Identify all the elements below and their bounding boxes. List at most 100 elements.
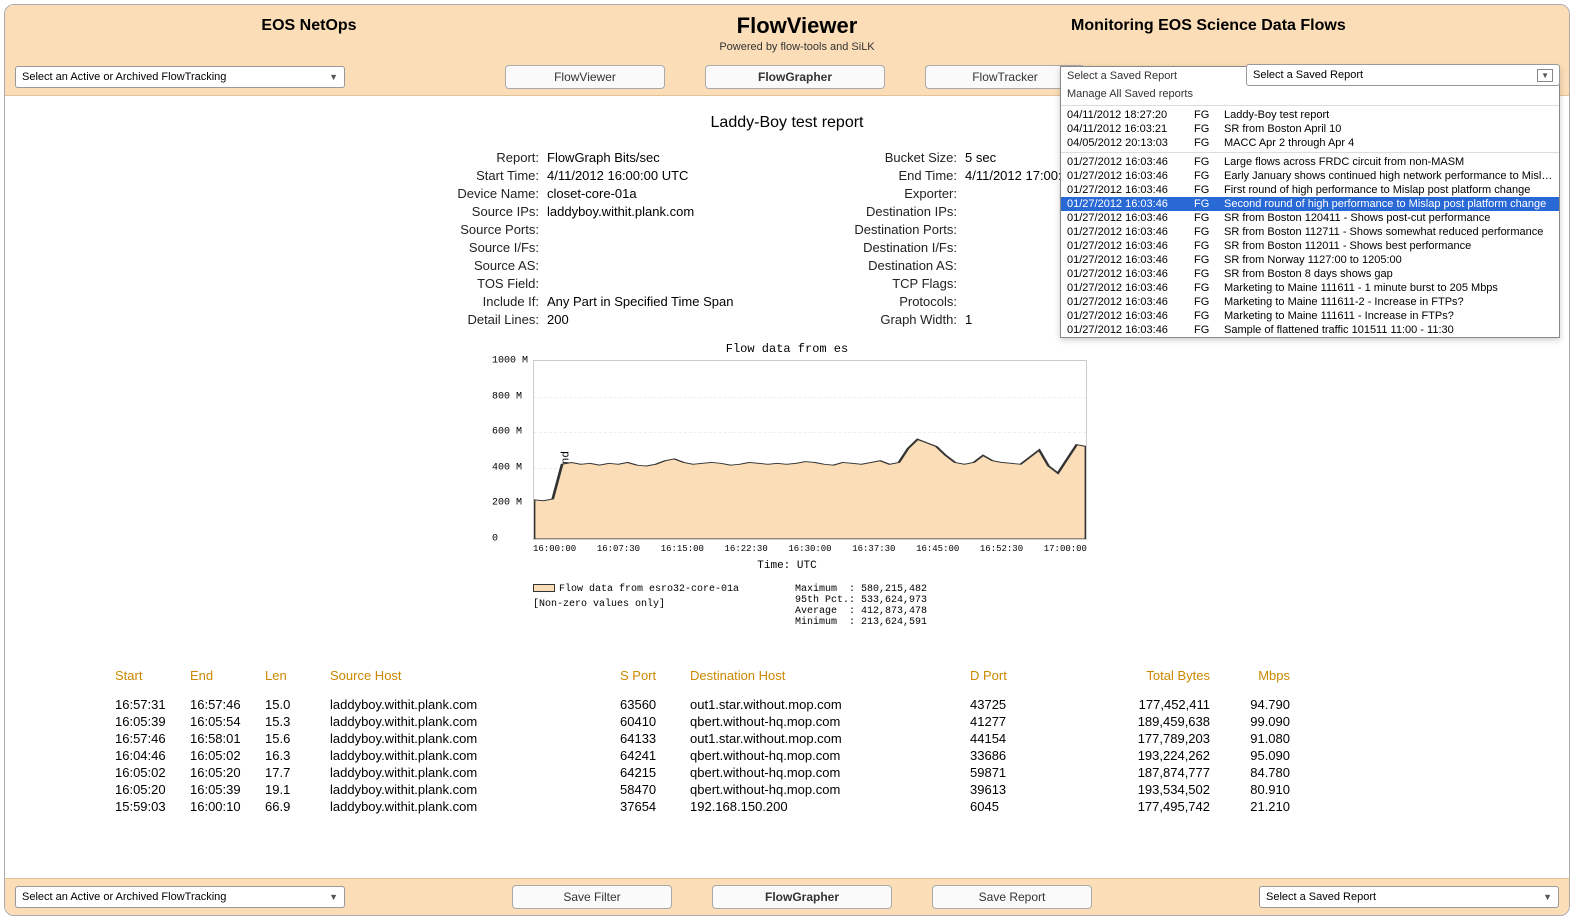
table-cell: 16:57:46 xyxy=(115,731,190,746)
saved-report-name: Laddy-Boy test report xyxy=(1224,109,1553,121)
table-cell: 64241 xyxy=(620,748,690,763)
meta-row: Detail Lines:200 xyxy=(409,312,747,327)
table-cell: 64133 xyxy=(620,731,690,746)
chart-xtick: 16:22:30 xyxy=(725,544,768,554)
saved-report-datetime: 01/27/2012 16:03:46 xyxy=(1067,268,1194,280)
table-cell: laddyboy.withit.plank.com xyxy=(330,799,620,814)
saved-report-name: SR from Boston 112711 - Shows somewhat r… xyxy=(1224,226,1553,238)
saved-report-option[interactable]: 01/27/2012 16:03:46FGSR from Norway 1127… xyxy=(1061,253,1559,267)
table-row: 16:05:2016:05:3919.1laddyboy.withit.plan… xyxy=(115,782,1459,797)
saved-report-type: FG xyxy=(1194,324,1224,336)
meta-value: closet-core-01a xyxy=(547,186,747,201)
meta-row: Device Name:closet-core-01a xyxy=(409,186,747,201)
table-header-cell: Total Bytes xyxy=(1070,668,1210,683)
saved-report-option[interactable]: 01/27/2012 16:03:46FGSR from Boston 1120… xyxy=(1061,239,1559,253)
saved-report-option[interactable]: 04/11/2012 16:03:21FGSR from Boston Apri… xyxy=(1061,122,1559,136)
saved-report-option[interactable]: 01/27/2012 16:03:46FGSR from Boston 1127… xyxy=(1061,225,1559,239)
meta-row: Source I/Fs: xyxy=(409,240,747,255)
table-cell: 84.780 xyxy=(1210,765,1290,780)
save-filter-button[interactable]: Save Filter xyxy=(512,885,672,909)
chart-legend: Flow data from esro32-core-01a [Non-zero… xyxy=(533,584,739,628)
table-cell: 193,224,262 xyxy=(1070,748,1210,763)
meta-label: Graph Width: xyxy=(827,312,957,327)
meta-label: Source AS: xyxy=(409,258,539,273)
divider xyxy=(1061,105,1559,106)
saved-report-option[interactable]: 01/27/2012 16:03:46FGSR from Boston 1204… xyxy=(1061,211,1559,225)
saved-report-name: SR from Boston 8 days shows gap xyxy=(1224,268,1553,280)
footer-tracking-select[interactable]: Select an Active or Archived FlowTrackin… xyxy=(15,886,345,908)
meta-value: laddyboy.withit.plank.com xyxy=(547,204,747,219)
meta-label: Start Time: xyxy=(409,168,539,183)
save-report-button[interactable]: Save Report xyxy=(932,885,1092,909)
table-cell: 187,874,777 xyxy=(1070,765,1210,780)
flowviewer-button[interactable]: FlowViewer xyxy=(505,65,665,89)
table-cell: laddyboy.withit.plank.com xyxy=(330,765,620,780)
saved-report-select[interactable]: Select a Saved Report ▼ xyxy=(1246,64,1560,86)
saved-report-type: FG xyxy=(1194,156,1224,168)
saved-report-option[interactable]: 01/27/2012 16:03:46FGLarge flows across … xyxy=(1061,155,1559,169)
chart-xtick: 16:07:30 xyxy=(597,544,640,554)
table-cell: 16:57:46 xyxy=(190,697,265,712)
chart-ytick: 200 M xyxy=(492,498,522,509)
table-row: 15:59:0316:00:1066.9laddyboy.withit.plan… xyxy=(115,799,1459,814)
table-cell: laddyboy.withit.plank.com xyxy=(330,714,620,729)
saved-report-type: FG xyxy=(1194,109,1224,121)
table-cell: laddyboy.withit.plank.com xyxy=(330,697,620,712)
saved-report-name: MACC Apr 2 through Apr 4 xyxy=(1224,137,1553,149)
divider xyxy=(1061,152,1559,153)
saved-report-option[interactable]: 01/27/2012 16:03:46FGSR from Boston 8 da… xyxy=(1061,267,1559,281)
legend-swatch xyxy=(533,584,555,592)
meta-label: Destination AS: xyxy=(827,258,957,273)
footer-saved-report-select[interactable]: Select a Saved Report ▼ xyxy=(1259,886,1559,908)
table-cell: laddyboy.withit.plank.com xyxy=(330,748,620,763)
meta-label: Source IPs: xyxy=(409,204,539,219)
app-subtitle: Powered by flow-tools and SiLK xyxy=(553,41,1041,53)
tracking-select[interactable]: Select an Active or Archived FlowTrackin… xyxy=(15,66,345,88)
saved-report-dropdown[interactable]: Select a Saved Report Manage All Saved r… xyxy=(1060,66,1560,338)
table-row: 16:57:3116:57:4615.0laddyboy.withit.plan… xyxy=(115,697,1459,712)
meta-row: Source IPs: laddyboy.withit.plank.com xyxy=(409,204,747,219)
table-header-cell: End xyxy=(190,668,265,683)
saved-report-datetime: 01/27/2012 16:03:46 xyxy=(1067,198,1194,210)
table-header-cell: Start xyxy=(115,668,190,683)
flowgrapher-button[interactable]: FlowGrapher xyxy=(705,65,885,89)
app-title: FlowViewer xyxy=(553,13,1041,39)
saved-report-type: FG xyxy=(1194,268,1224,280)
footer: Select an Active or Archived FlowTrackin… xyxy=(5,878,1569,915)
saved-report-option[interactable]: 01/27/2012 16:03:46FGFirst round of high… xyxy=(1061,183,1559,197)
table-header-cell: Len xyxy=(265,668,330,683)
saved-report-option[interactable]: 01/27/2012 16:03:46FGMarketing to Maine … xyxy=(1061,281,1559,295)
saved-report-datetime: 01/27/2012 16:03:46 xyxy=(1067,296,1194,308)
chart-stat: Average : 412,873,478 xyxy=(795,606,927,617)
saved-report-manage[interactable]: Manage All Saved reports xyxy=(1061,85,1559,103)
table-cell: 16:05:20 xyxy=(115,782,190,797)
table-cell: 17.7 xyxy=(265,765,330,780)
saved-report-option[interactable]: 01/27/2012 16:03:46FGEarly January shows… xyxy=(1061,169,1559,183)
saved-report-name: Large flows across FRDC circuit from non… xyxy=(1224,156,1553,168)
table-cell: 21.210 xyxy=(1210,799,1290,814)
footer-flowgrapher-button[interactable]: FlowGrapher xyxy=(712,885,892,909)
chart-ytick: 800 M xyxy=(492,391,522,402)
saved-report-option[interactable]: 01/27/2012 16:03:46FGMarketing to Maine … xyxy=(1061,309,1559,323)
saved-report-option[interactable]: 04/05/2012 20:13:03FGMACC Apr 2 through … xyxy=(1061,136,1559,150)
table-cell: 15.3 xyxy=(265,714,330,729)
chevron-down-icon: ▼ xyxy=(1537,69,1553,82)
saved-report-datetime: 04/11/2012 16:03:21 xyxy=(1067,123,1194,135)
chart-xtick: 16:30:00 xyxy=(788,544,831,554)
saved-report-name: Second round of high performance to Misl… xyxy=(1224,198,1553,210)
saved-report-option[interactable]: 01/27/2012 16:03:46FGSample of flattened… xyxy=(1061,323,1559,337)
saved-report-datetime: 04/05/2012 20:13:03 xyxy=(1067,137,1194,149)
meta-label: Source Ports: xyxy=(409,222,539,237)
footer-tracking-text: Select an Active or Archived FlowTrackin… xyxy=(22,891,226,903)
table-cell: 192.168.150.200 xyxy=(690,799,970,814)
saved-report-option[interactable]: 04/11/2012 18:27:20FGLaddy-Boy test repo… xyxy=(1061,108,1559,122)
saved-report-option[interactable]: 01/27/2012 16:03:46FGSecond round of hig… xyxy=(1061,197,1559,211)
saved-report-type: FG xyxy=(1194,310,1224,322)
saved-report-datetime: 01/27/2012 16:03:46 xyxy=(1067,254,1194,266)
chart-xtick: 16:15:00 xyxy=(661,544,704,554)
meta-label: Exporter: xyxy=(827,186,957,201)
saved-report-option[interactable]: 01/27/2012 16:03:46FGMarketing to Maine … xyxy=(1061,295,1559,309)
table-cell: 177,789,203 xyxy=(1070,731,1210,746)
chart-xtick: 17:00:00 xyxy=(1044,544,1087,554)
table-header-cell: Mbps xyxy=(1210,668,1290,683)
